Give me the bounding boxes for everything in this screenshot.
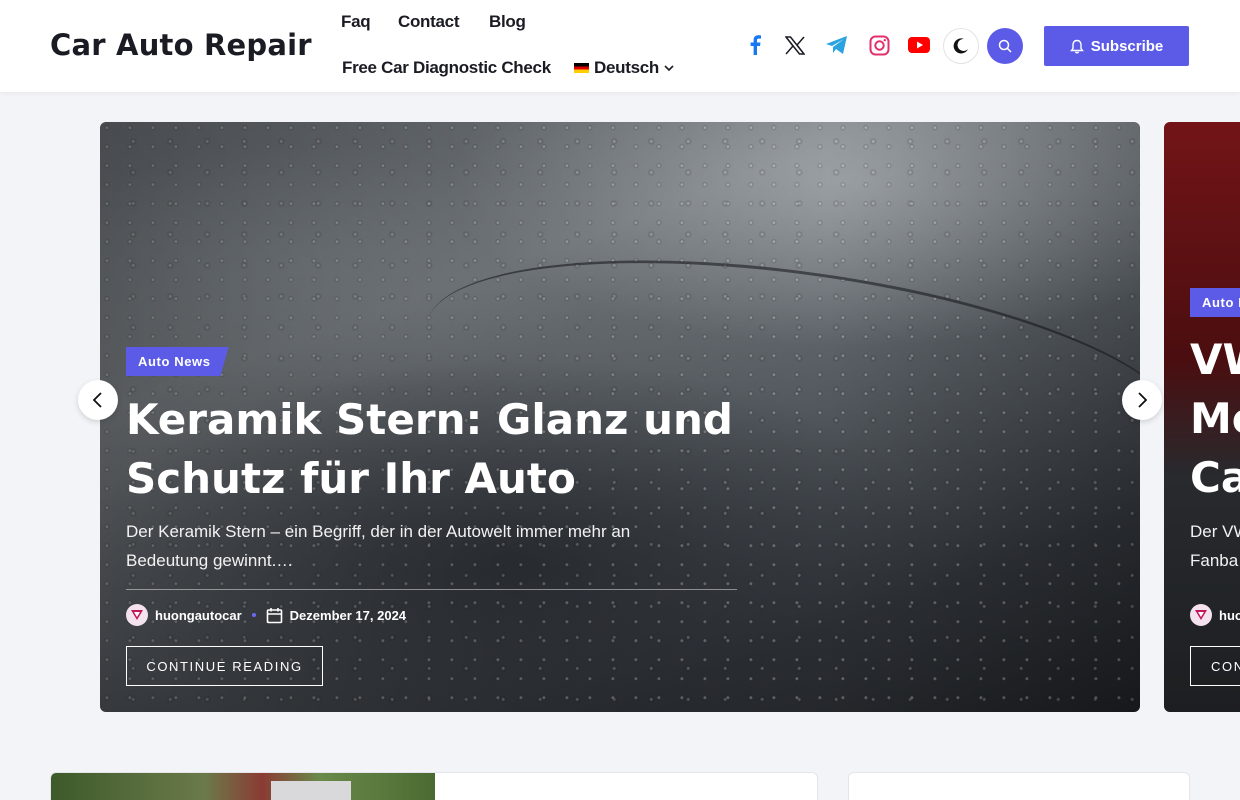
category-badge[interactable]: Auto I — [1190, 288, 1240, 317]
post-meta: huo — [1190, 604, 1240, 626]
author-name[interactable]: huo — [1219, 608, 1240, 623]
nav-free-diagnostic[interactable]: Free Car Diagnostic Check — [342, 58, 551, 78]
slider-next-button[interactable] — [1122, 380, 1162, 420]
next-slide[interactable]: Auto I VW Me Ca Der VW Fanba huo CON — [1164, 122, 1240, 712]
divider — [126, 589, 737, 590]
sidebar-card — [848, 772, 1190, 800]
telegram-icon[interactable] — [825, 33, 849, 57]
chevron-down-icon — [664, 65, 674, 72]
youtube-icon[interactable] — [907, 33, 931, 57]
subscribe-button[interactable]: Subscribe — [1044, 26, 1189, 66]
post-date: Dezember 17, 2024 — [289, 607, 407, 623]
instagram-icon[interactable] — [867, 33, 891, 57]
x-icon[interactable] — [783, 33, 807, 57]
nav-contact[interactable]: Contact — [398, 12, 459, 32]
bell-icon — [1069, 39, 1084, 54]
subscribe-label: Subscribe — [1090, 37, 1164, 55]
avatar[interactable] — [126, 604, 148, 626]
slide-excerpt: Der VW Fanba — [1190, 522, 1240, 570]
moon-icon — [953, 38, 968, 54]
chevron-right-icon — [1138, 392, 1148, 408]
calendar-icon — [266, 607, 282, 623]
slide-title[interactable]: VW Me Ca — [1190, 330, 1240, 507]
slide-excerpt: Der Keramik Stern – ein Begriff, der in … — [126, 522, 631, 570]
dark-mode-toggle[interactable] — [943, 28, 979, 64]
search-icon — [998, 39, 1012, 53]
author-name[interactable]: huongautocar — [155, 608, 242, 623]
post-meta: huongautocar Dezember 17, 2024 — [126, 604, 406, 626]
nav-faq[interactable]: Faq — [341, 12, 371, 32]
continue-reading-button[interactable]: CONTINUE READING — [126, 646, 323, 686]
category-badge[interactable]: Auto News — [126, 347, 229, 376]
featured-slide[interactable]: Auto News Keramik Stern: Glanz und Schut… — [100, 122, 1140, 712]
german-flag-icon — [574, 63, 589, 73]
facebook-icon[interactable] — [743, 33, 767, 57]
search-button[interactable] — [987, 28, 1023, 64]
language-switcher[interactable]: Deutsch — [574, 58, 674, 78]
site-header: Car Auto Repair Faq Contact Blog Free Ca… — [0, 0, 1240, 92]
post-card-image[interactable] — [51, 773, 435, 800]
site-title[interactable]: Car Auto Repair — [50, 28, 312, 62]
nav-blog[interactable]: Blog — [489, 12, 526, 32]
continue-reading-button[interactable]: CON — [1190, 646, 1240, 686]
slide-title[interactable]: Keramik Stern: Glanz und Schutz für Ihr … — [126, 390, 733, 508]
language-label: Deutsch — [594, 58, 659, 77]
slider-prev-button[interactable] — [78, 380, 118, 420]
chevron-left-icon — [92, 392, 102, 408]
avatar[interactable] — [1190, 604, 1212, 626]
post-card[interactable] — [50, 772, 818, 800]
